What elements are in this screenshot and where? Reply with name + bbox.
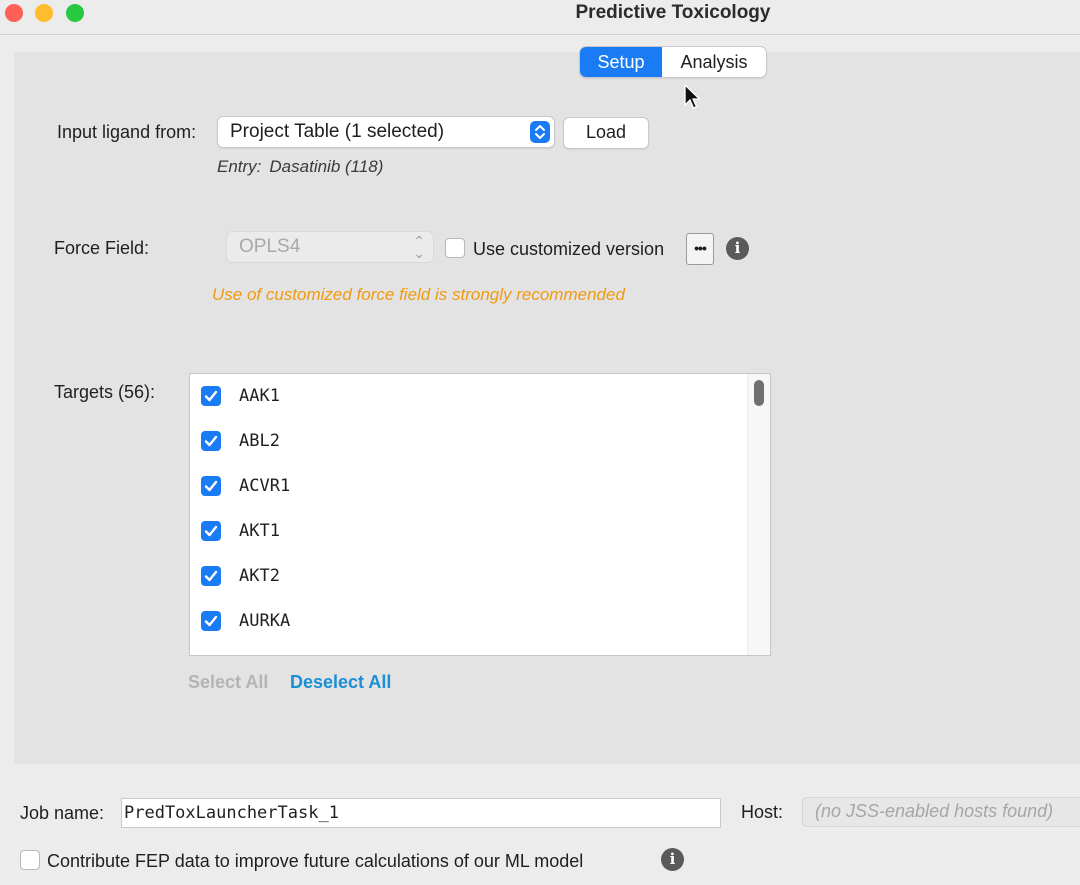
- ligand-source-select[interactable]: Project Table (1 selected): [217, 116, 555, 148]
- checkbox-checked-icon[interactable]: [201, 386, 221, 406]
- scrollbar[interactable]: [747, 374, 770, 655]
- entry-key: Entry:: [217, 157, 262, 176]
- list-item[interactable]: AURKA: [190, 607, 745, 637]
- target-name: AAK1: [239, 386, 280, 406]
- target-name: AURKA: [239, 611, 291, 631]
- select-all-link[interactable]: Select All: [188, 672, 268, 693]
- info-icon[interactable]: i: [726, 237, 749, 260]
- target-name: ABL2: [239, 431, 280, 451]
- targets-list[interactable]: AAK1 ABL2 ACVR1 AKT1 AKT2 AURKA: [189, 373, 771, 656]
- deselect-all-link[interactable]: Deselect All: [290, 672, 391, 693]
- targets-label: Targets (56):: [54, 382, 156, 402]
- force-field-warning: Use of customized force field is strongl…: [212, 285, 625, 304]
- entry-info: Entry: Dasatinib (118): [217, 157, 383, 177]
- contribute-fep-label: Contribute FEP data to improve future ca…: [47, 851, 584, 871]
- load-button[interactable]: Load: [563, 117, 649, 149]
- checkbox-checked-icon[interactable]: [201, 476, 221, 496]
- tab-bar: Setup Analysis: [579, 46, 767, 78]
- chevron-updown-icon: [530, 121, 550, 143]
- checkbox-checked-icon[interactable]: [201, 521, 221, 541]
- use-customized-label: Use customized version: [473, 239, 665, 259]
- scrollbar-thumb[interactable]: [754, 380, 764, 406]
- ligand-source-value: Project Table (1 selected): [230, 121, 445, 142]
- tab-analysis[interactable]: Analysis: [662, 47, 766, 77]
- checkbox-checked-icon[interactable]: [201, 566, 221, 586]
- target-name: ACVR1: [239, 476, 291, 496]
- target-name: AKT2: [239, 566, 280, 586]
- chevron-updown-icon: ⌃ ⌄: [413, 233, 425, 261]
- contribute-fep-checkbox[interactable]: [20, 850, 40, 870]
- title-bar: Predictive Toxicology: [0, 0, 1080, 35]
- host-placeholder: (no JSS-enabled hosts found): [815, 801, 1054, 821]
- target-name: AKT1: [239, 521, 280, 541]
- tab-setup[interactable]: Setup: [580, 47, 662, 77]
- job-name-label: Job name:: [20, 803, 105, 823]
- more-options-button[interactable]: •••: [686, 233, 714, 265]
- job-name-value: PredToxLauncherTask_1: [124, 803, 339, 823]
- force-field-value: OPLS4: [239, 236, 301, 257]
- host-label: Host:: [741, 802, 784, 822]
- info-icon[interactable]: i: [661, 848, 684, 871]
- list-item[interactable]: ABL2: [190, 427, 745, 457]
- job-name-input[interactable]: PredToxLauncherTask_1: [121, 798, 721, 828]
- force-field-label: Force Field:: [54, 238, 150, 258]
- input-ligand-label: Input ligand from:: [57, 122, 197, 142]
- checkbox-checked-icon[interactable]: [201, 611, 221, 631]
- force-field-select[interactable]: OPLS4 ⌃ ⌄: [226, 231, 434, 263]
- host-select[interactable]: (no JSS-enabled hosts found): [802, 797, 1080, 827]
- entry-value: Dasatinib (118): [269, 157, 384, 176]
- checkbox-checked-icon[interactable]: [201, 431, 221, 451]
- list-item[interactable]: AKT2: [190, 562, 745, 592]
- use-customized-checkbox[interactable]: [445, 238, 465, 258]
- window-title: Predictive Toxicology: [575, 2, 771, 23]
- mouse-cursor-icon: [684, 84, 702, 109]
- list-item[interactable]: AKT1: [190, 517, 745, 547]
- list-item[interactable]: AAK1: [190, 382, 745, 412]
- list-item[interactable]: ACVR1: [190, 472, 745, 502]
